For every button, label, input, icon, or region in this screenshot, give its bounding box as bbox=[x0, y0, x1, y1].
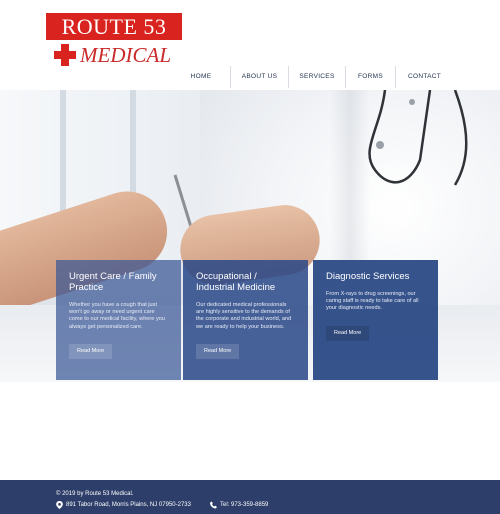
address-text: 891 Tabor Road, Morris Plains, NJ 07950-… bbox=[66, 502, 191, 508]
card-description: From X-rays to drug screenings, our cari… bbox=[326, 291, 419, 312]
address-line: 891 Tabor Road, Morris Plains, NJ 07950-… bbox=[56, 501, 191, 509]
main-nav: HOME ABOUT US SERVICES FORMS CONTACT bbox=[172, 66, 453, 88]
card-description: Our dedicated medical professionals are … bbox=[196, 302, 292, 330]
site-header: ROUTE 53 MEDICAL HOME ABOUT US SERVICES … bbox=[0, 0, 500, 90]
nav-home[interactable]: HOME bbox=[172, 66, 230, 88]
nav-services[interactable]: SERVICES bbox=[288, 66, 345, 88]
read-more-button[interactable]: Read More bbox=[69, 343, 113, 359]
phone-text[interactable]: Tel: 973-359-8859 bbox=[220, 501, 268, 509]
service-card-diagnostic-services: Diagnostic Services From X-rays to drug … bbox=[313, 260, 438, 380]
hero-section: Urgent Care / Family Practice Whether yo… bbox=[0, 90, 500, 382]
read-more-button[interactable]: Read More bbox=[196, 343, 240, 359]
card-title: Diagnostic Services bbox=[326, 271, 410, 282]
phone-line: Tel: 973-359-8859 bbox=[210, 501, 268, 509]
service-card-urgent-care: Urgent Care / Family Practice Whether yo… bbox=[56, 260, 181, 380]
site-footer: © 2019 by Route 53 Medical. 891 Tabor Ro… bbox=[0, 480, 500, 514]
location-pin-icon bbox=[56, 501, 63, 509]
nav-forms[interactable]: FORMS bbox=[345, 66, 395, 88]
nav-about-us[interactable]: ABOUT US bbox=[230, 66, 288, 88]
phone-icon bbox=[210, 501, 217, 509]
logo-route-text: ROUTE 53 bbox=[61, 14, 167, 39]
card-title: Urgent Care / Family Practice bbox=[69, 271, 157, 293]
read-more-button[interactable]: Read More bbox=[326, 325, 370, 341]
card-title: Occupational / Industrial Medicine bbox=[196, 271, 276, 293]
service-card-occupational-medicine: Occupational / Industrial Medicine Our d… bbox=[183, 260, 308, 380]
copyright-text: © 2019 by Route 53 Medical. bbox=[56, 491, 134, 497]
card-description: Whether you have a cough that just won't… bbox=[69, 302, 165, 330]
logo-medical-text: MEDICAL bbox=[80, 43, 171, 67]
red-cross-icon bbox=[54, 44, 76, 66]
nav-contact[interactable]: CONTACT bbox=[395, 66, 453, 88]
site-logo[interactable]: ROUTE 53 MEDICAL bbox=[46, 13, 182, 67]
